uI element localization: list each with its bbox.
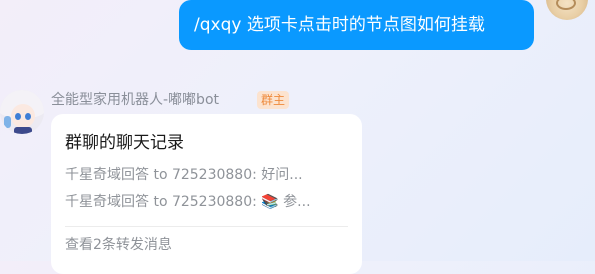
avatar-art — [15, 113, 21, 120]
avatar-art — [556, 0, 576, 10]
forwarded-preview-line: 千星奇域回答 to 725230880: 📚 参... — [65, 194, 311, 210]
card-divider — [65, 226, 348, 227]
avatar-art — [25, 113, 31, 120]
view-forwarded-messages-link[interactable]: 查看2条转发消息 — [65, 235, 172, 255]
avatar-art — [4, 116, 11, 128]
forwarded-chat-card[interactable]: 群聊的聊天记录 千星奇域回答 to 725230880: 好问... 千星奇域回… — [51, 114, 362, 274]
forwarded-card-title: 群聊的聊天记录 — [65, 133, 184, 153]
self-avatar[interactable] — [546, 0, 588, 20]
outgoing-message-bubble[interactable]: /qxqy 选项卡点击时的节点图如何挂载 — [179, 0, 534, 50]
avatar-art — [14, 127, 32, 134]
sender-name[interactable]: 全能型家用机器人-嘟嘟bot — [51, 90, 219, 110]
role-badge: 群主 — [257, 91, 290, 109]
sender-avatar[interactable] — [0, 90, 44, 134]
forwarded-preview-line: 千星奇域回答 to 725230880: 好问... — [65, 167, 303, 183]
